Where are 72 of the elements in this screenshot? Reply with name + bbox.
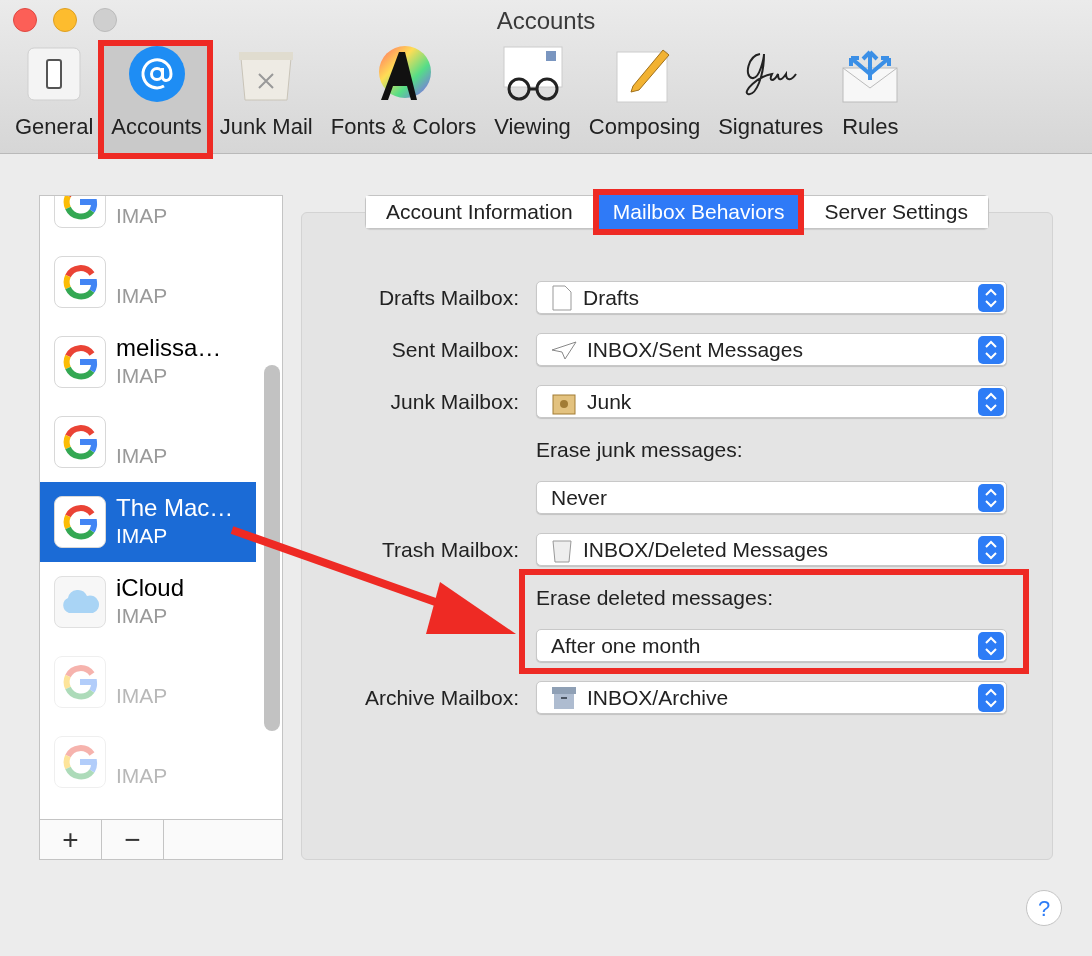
field-label: Sent Mailbox: <box>390 336 519 363</box>
google-icon <box>54 416 106 468</box>
google-icon <box>54 736 106 788</box>
archive-box-icon <box>551 685 577 710</box>
popup-value: Drafts <box>583 284 640 311</box>
close-button[interactable] <box>13 8 37 32</box>
chevron-updown-icon <box>978 631 1004 660</box>
account-type: IMAP <box>116 443 168 469</box>
popup-value: Junk <box>587 388 633 415</box>
glasses-envelope-icon <box>501 45 564 103</box>
popup-button[interactable]: Never <box>536 481 1007 514</box>
account-row[interactable]: iCloud IMAP <box>40 562 256 642</box>
toolbar-tab[interactable]: Fonts & Colors <box>321 41 486 153</box>
account-type: IMAP <box>116 763 168 789</box>
popup-value: After one month <box>551 632 702 659</box>
popup-button[interactable]: After one month <box>536 629 1007 662</box>
account-type: IMAP <box>116 283 168 309</box>
toolbar-tab[interactable]: Rules <box>832 41 909 153</box>
field-label: Erase junk messages: <box>536 436 744 463</box>
google-icon <box>54 336 106 388</box>
account-name: The Mac… <box>116 494 234 522</box>
popup-value: INBOX/Deleted Messages <box>583 536 830 563</box>
field-label: Erase deleted messages: <box>536 584 774 611</box>
paper-plane-icon <box>551 339 577 360</box>
segment-tab[interactable]: Account Information <box>366 196 593 228</box>
popup-button[interactable]: INBOX/Deleted Messages <box>536 533 1007 566</box>
account-type: IMAP <box>116 523 169 549</box>
popup-button[interactable]: INBOX/Sent Messages <box>536 333 1007 366</box>
popup-button[interactable]: Junk <box>536 385 1007 418</box>
field-label: Junk Mailbox: <box>389 388 519 415</box>
segment-tab[interactable]: Server Settings <box>804 196 988 228</box>
chevron-updown-icon <box>978 535 1004 564</box>
account-type: IMAP <box>116 363 169 389</box>
list-button[interactable]: − <box>102 820 164 859</box>
list-button[interactable]: + <box>40 820 102 859</box>
popup-button[interactable]: INBOX/Archive <box>536 681 1007 714</box>
help-button[interactable]: ? <box>1026 890 1062 926</box>
account-name: iCloud <box>116 574 185 602</box>
google-icon <box>54 496 106 548</box>
segment-tab[interactable]: Mailbox Behaviors <box>592 189 805 235</box>
account-name: melissa… <box>116 334 222 362</box>
field-label: Trash Mailbox: <box>381 536 519 563</box>
toolbar-tab[interactable]: Signatures <box>709 41 833 153</box>
account-type: IMAP <box>116 203 168 229</box>
field-label: Drafts Mailbox: <box>377 284 519 311</box>
popup-value: INBOX/Archive <box>587 684 730 711</box>
toolbar-tab[interactable]: General <box>6 41 103 153</box>
toolbar-tab[interactable]: Viewing <box>485 41 580 153</box>
toolbar-tab[interactable]: Junk Mail <box>210 41 322 153</box>
toolbar-tab[interactable]: Composing <box>579 41 710 153</box>
document-icon <box>551 284 573 311</box>
chevron-updown-icon <box>978 483 1004 512</box>
at-sign-icon <box>127 45 186 103</box>
google-icon <box>54 256 106 308</box>
popup-value: INBOX/Sent Messages <box>587 336 804 363</box>
account-type: IMAP <box>116 603 169 629</box>
cloud-icon <box>54 576 106 628</box>
google-icon <box>54 656 106 708</box>
popup-value: Never <box>551 484 609 511</box>
account-row[interactable]: melissa… IMAP <box>40 322 256 402</box>
chevron-updown-icon <box>978 683 1004 712</box>
field-label: Archive Mailbox: <box>363 684 519 711</box>
account-row[interactable]: The Mac… IMAP <box>40 482 256 562</box>
popup-button[interactable]: Drafts <box>536 281 1007 314</box>
zoom-button[interactable] <box>93 8 117 32</box>
switch-icon <box>26 46 83 102</box>
chevron-updown-icon <box>978 283 1004 312</box>
chevron-updown-icon <box>978 335 1004 364</box>
window-title: Accounts <box>496 5 596 36</box>
account-type: IMAP <box>116 683 168 709</box>
minimize-button[interactable] <box>53 8 77 32</box>
chevron-updown-icon <box>978 387 1004 416</box>
